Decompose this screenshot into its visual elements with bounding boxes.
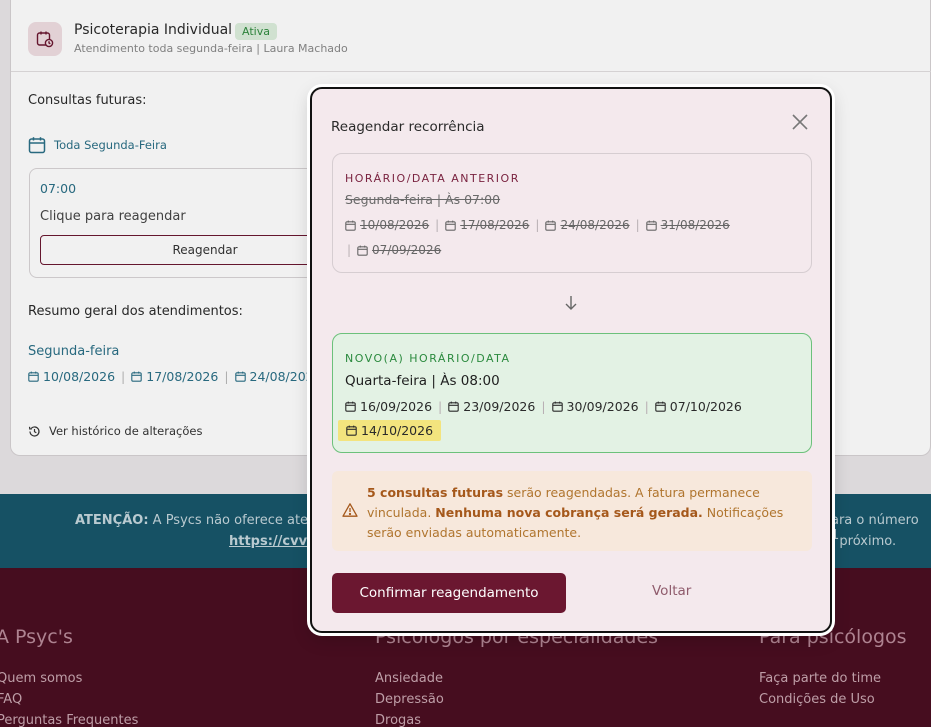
previous-slot: Segunda-feira | Às 07:00 [345, 192, 501, 207]
previous-date: 07/09/2026 [357, 243, 441, 257]
previous-date: 24/08/2026 [545, 218, 630, 232]
previous-schedule-box: HORÁRIO/DATA ANTERIOR Segunda-feira | Às… [332, 153, 812, 273]
separator: | [535, 218, 540, 232]
previous-dates: | 07/09/2026 [345, 243, 441, 257]
new-dates: 16/09/2026 | 23/09/2026 | 30/09/2026 | 0… [345, 399, 742, 414]
calendar-icon [345, 401, 356, 412]
previous-date: 17/08/2026 [445, 218, 529, 232]
separator: | [541, 399, 546, 414]
confirm-reschedule-button[interactable]: Confirmar reagendamento [332, 573, 566, 613]
previous-dates: 10/08/2026 | 17/08/2026 | 24/08/2026 | 3… [345, 218, 730, 232]
close-icon[interactable] [789, 111, 811, 133]
calendar-icon [357, 245, 368, 256]
separator: | [635, 218, 640, 232]
separator: | [435, 218, 440, 232]
previous-label: HORÁRIO/DATA ANTERIOR [345, 172, 520, 185]
new-date-highlighted: 14/10/2026 [338, 420, 442, 441]
new-date: 30/09/2026 [551, 399, 639, 414]
warning-text: 5 consultas futuras serão reagendadas. A… [367, 485, 784, 540]
calendar-icon [545, 220, 557, 231]
new-dates: 14/10/2026 [338, 420, 442, 441]
calendar-icon [655, 401, 666, 412]
calendar-icon [645, 220, 657, 231]
modal-title: Reagendar recorrência [331, 119, 485, 135]
calendar-icon [445, 220, 456, 231]
calendar-icon [345, 220, 356, 231]
separator: | [644, 399, 649, 414]
new-schedule-box: NOVO(A) HORÁRIO/DATA Quarta-feira | Às 0… [332, 333, 812, 453]
separator: | [347, 243, 352, 257]
calendar-icon [346, 425, 357, 436]
warning-callout: 5 consultas futuras serão reagendadas. A… [332, 471, 812, 551]
previous-date: 31/08/2026 [645, 218, 730, 232]
previous-date: 10/08/2026 [345, 218, 429, 232]
arrow-down-icon [565, 296, 577, 310]
new-date: 16/09/2026 [345, 399, 432, 414]
new-slot: Quarta-feira | Às 08:00 [345, 373, 500, 389]
warning-icon [342, 503, 358, 517]
new-date: 23/09/2026 [448, 399, 535, 414]
back-button[interactable]: Voltar [652, 583, 691, 599]
reschedule-modal: Reagendar recorrência HORÁRIO/DATA ANTER… [310, 87, 832, 633]
calendar-icon [551, 401, 563, 412]
separator: | [438, 399, 443, 414]
new-date: 07/10/2026 [655, 399, 742, 414]
calendar-icon [448, 401, 460, 412]
new-label: NOVO(A) HORÁRIO/DATA [345, 352, 511, 365]
